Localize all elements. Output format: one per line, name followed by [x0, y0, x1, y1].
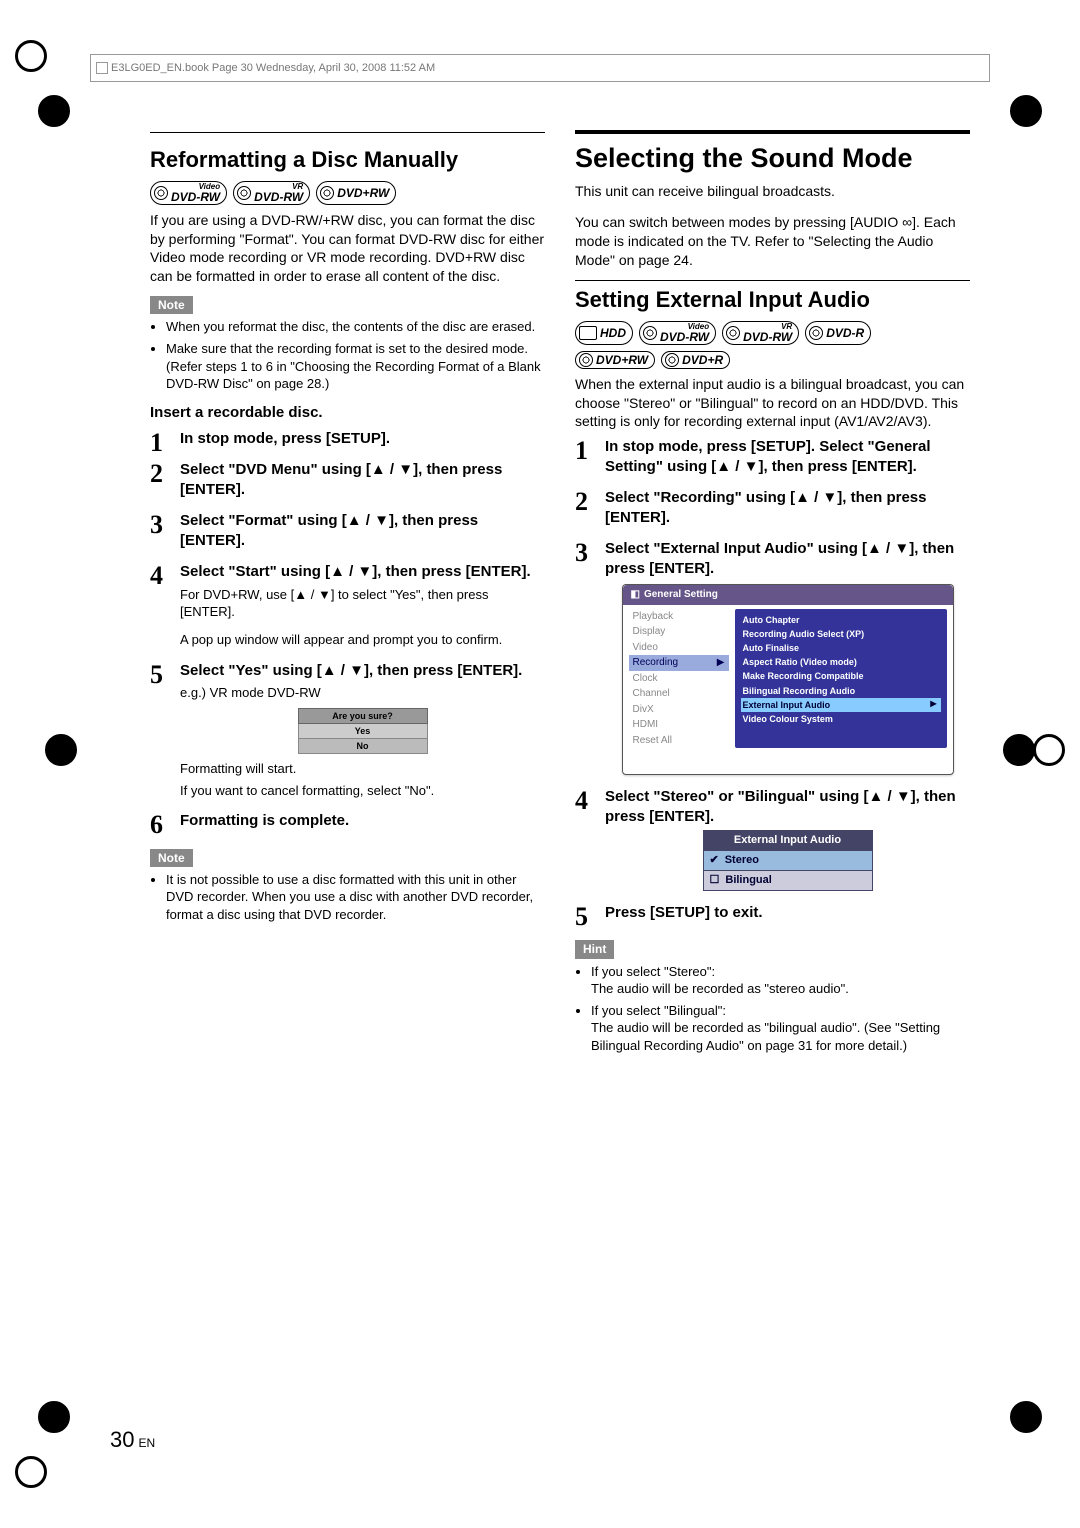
sound-mode-intro2: You can switch between modes by pressing…: [575, 213, 970, 270]
disc-icon-dvd-rw-video: VideoDVD-RW: [639, 321, 716, 345]
step-5: Press [SETUP] to exit.: [575, 903, 970, 923]
notes-list-2: It is not possible to use a disc formatt…: [150, 871, 545, 924]
disc-icon-dvd-plus-rw: DVD+RW: [316, 181, 396, 205]
printer-mark: [15, 1456, 47, 1488]
note-label: Note: [150, 849, 193, 867]
step-3: Select "Format" using [▲ / ▼], then pres…: [150, 511, 545, 550]
disc-icon-hdd: HDD: [575, 321, 633, 345]
menu-left-item: DivX: [629, 702, 729, 718]
notes-list: When you reformat the disc, the contents…: [150, 318, 545, 392]
page-number: 30EN: [110, 1427, 155, 1453]
content-columns: Reformatting a Disc Manually VideoDVD-RW…: [150, 130, 970, 1064]
hints-list: If you select "Stereo": The audio will b…: [575, 963, 970, 1055]
printer-mark: [1033, 734, 1065, 766]
step-1: In stop mode, press [SETUP].: [150, 429, 545, 449]
note-item: It is not possible to use a disc formatt…: [166, 871, 545, 924]
ext-input-audio-options: External Input Audio ✔Stereo ☐Bilingual: [703, 830, 873, 891]
dialog-title: Are you sure?: [298, 708, 428, 724]
disc-icon-dvd-rw-vr: VRDVD-RW: [233, 181, 310, 205]
menu-left-item: Display: [629, 624, 729, 640]
confirm-dialog: Are you sure? Yes No: [298, 708, 428, 754]
step-6: Formatting is complete.: [150, 811, 545, 831]
disc-icon-dvd-plus-rw: DVD+RW: [575, 351, 655, 369]
disc-icon-dvd-r: DVD-R: [805, 321, 871, 345]
printer-mark: [1010, 1401, 1042, 1433]
section-heading-reformatting: Reformatting a Disc Manually: [150, 145, 545, 175]
radio-option-bilingual: ☐Bilingual: [703, 871, 873, 891]
right-column: Selecting the Sound Mode This unit can r…: [575, 130, 970, 1064]
menu-left-item: Reset All: [629, 733, 729, 749]
disc-icon-dvd-rw-video: VideoDVD-RW: [150, 181, 227, 205]
menu-right-item: Auto Chapter: [741, 613, 941, 627]
intro-paragraph: If you are using a DVD-RW/+RW disc, you …: [150, 211, 545, 287]
step-3: Select "External Input Audio" using [▲ /…: [575, 539, 970, 775]
menu-left-item: Video: [629, 640, 729, 656]
disc-icon-dvd-rw-vr: VRDVD-RW: [722, 321, 799, 345]
menu-right-item-active: External Input Audio: [741, 698, 941, 712]
menu-right-item: Make Recording Compatible: [741, 669, 941, 683]
step-2: Select "DVD Menu" using [▲ / ▼], then pr…: [150, 460, 545, 499]
dialog-option-yes: Yes: [298, 724, 428, 739]
right-steps: In stop mode, press [SETUP]. Select "Gen…: [575, 437, 970, 922]
step-5-after1: Formatting will start.: [180, 760, 545, 778]
step-1: In stop mode, press [SETUP]. Select "Gen…: [575, 437, 970, 476]
step-5-after2: If you want to cancel formatting, select…: [180, 782, 545, 800]
menu-right-pane: Auto Chapter Recording Audio Select (XP)…: [735, 609, 947, 749]
hint-label: Hint: [575, 940, 614, 958]
subsection-heading-ext-input-audio: Setting External Input Audio: [575, 285, 970, 315]
check-icon: ✔: [710, 853, 719, 868]
source-file-header: E3LG0ED_EN.book Page 30 Wednesday, April…: [90, 54, 990, 82]
menu-right-item: Recording Audio Select (XP): [741, 627, 941, 641]
hint-item: If you select "Stereo": The audio will b…: [591, 963, 970, 998]
left-column: Reformatting a Disc Manually VideoDVD-RW…: [150, 130, 545, 1064]
radio-option-stereo: ✔Stereo: [703, 851, 873, 871]
settings-menu-screenshot: General Setting Playback Display Video R…: [622, 584, 954, 775]
note-item: When you reformat the disc, the contents…: [166, 318, 545, 336]
menu-right-item: Bilingual Recording Audio: [741, 684, 941, 698]
ext-input-intro: When the external input audio is a bilin…: [575, 375, 970, 432]
menu-right-item: Aspect Ratio (Video mode): [741, 655, 941, 669]
printer-mark: [45, 734, 77, 766]
left-steps: In stop mode, press [SETUP]. Select "DVD…: [150, 429, 545, 831]
printer-mark: [38, 95, 70, 127]
dialog-option-no: No: [298, 739, 428, 754]
menu-right-item: Auto Finalise: [741, 641, 941, 655]
menu-right-item: Video Colour System: [741, 712, 941, 726]
note-item: Make sure that the recording format is s…: [166, 340, 545, 393]
disc-compat-row: VideoDVD-RW VRDVD-RW DVD+RW: [150, 181, 545, 205]
menu-left-item: HDMI: [629, 717, 729, 733]
disc-compat-row-2: DVD+RW DVD+R: [575, 351, 970, 369]
step-2: Select "Recording" using [▲ / ▼], then p…: [575, 488, 970, 527]
step-5-example-label: e.g.) VR mode DVD-RW: [180, 684, 545, 702]
step-4-sub: For DVD+RW, use [▲ / ▼] to select "Yes",…: [180, 587, 488, 620]
menu-left-pane: Playback Display Video Recording ▶ Clock…: [629, 609, 729, 749]
menu-left-item-active: Recording ▶: [629, 655, 729, 671]
menu-left-item: Playback: [629, 609, 729, 625]
printer-mark: [1003, 734, 1035, 766]
menu-left-item: Clock: [629, 671, 729, 687]
unchecked-icon: ☐: [710, 873, 720, 888]
printer-mark: [15, 40, 47, 72]
insert-disc-instruction: Insert a recordable disc.: [150, 403, 545, 423]
printer-mark: [38, 1401, 70, 1433]
menu-title: General Setting: [623, 585, 953, 605]
note-label: Note: [150, 296, 193, 314]
hint-item: If you select "Bilingual": The audio wil…: [591, 1002, 970, 1055]
radio-box-title: External Input Audio: [703, 830, 873, 851]
step-4: Select "Start" using [▲ / ▼], then press…: [150, 562, 545, 648]
step-5: Select "Yes" using [▲ / ▼], then press […: [150, 661, 545, 800]
disc-icon-dvd-plus-r: DVD+R: [661, 351, 730, 369]
step-4: Select "Stereo" or "Bilingual" using [▲ …: [575, 787, 970, 891]
printer-mark: [1010, 95, 1042, 127]
step-4-sub2: A pop up window will appear and prompt y…: [180, 632, 502, 647]
section-heading-sound-mode: Selecting the Sound Mode: [575, 140, 970, 176]
menu-left-item: Channel: [629, 686, 729, 702]
sound-mode-intro1: This unit can receive bilingual broadcas…: [575, 182, 970, 201]
disc-compat-row: HDD VideoDVD-RW VRDVD-RW DVD-R: [575, 321, 970, 345]
